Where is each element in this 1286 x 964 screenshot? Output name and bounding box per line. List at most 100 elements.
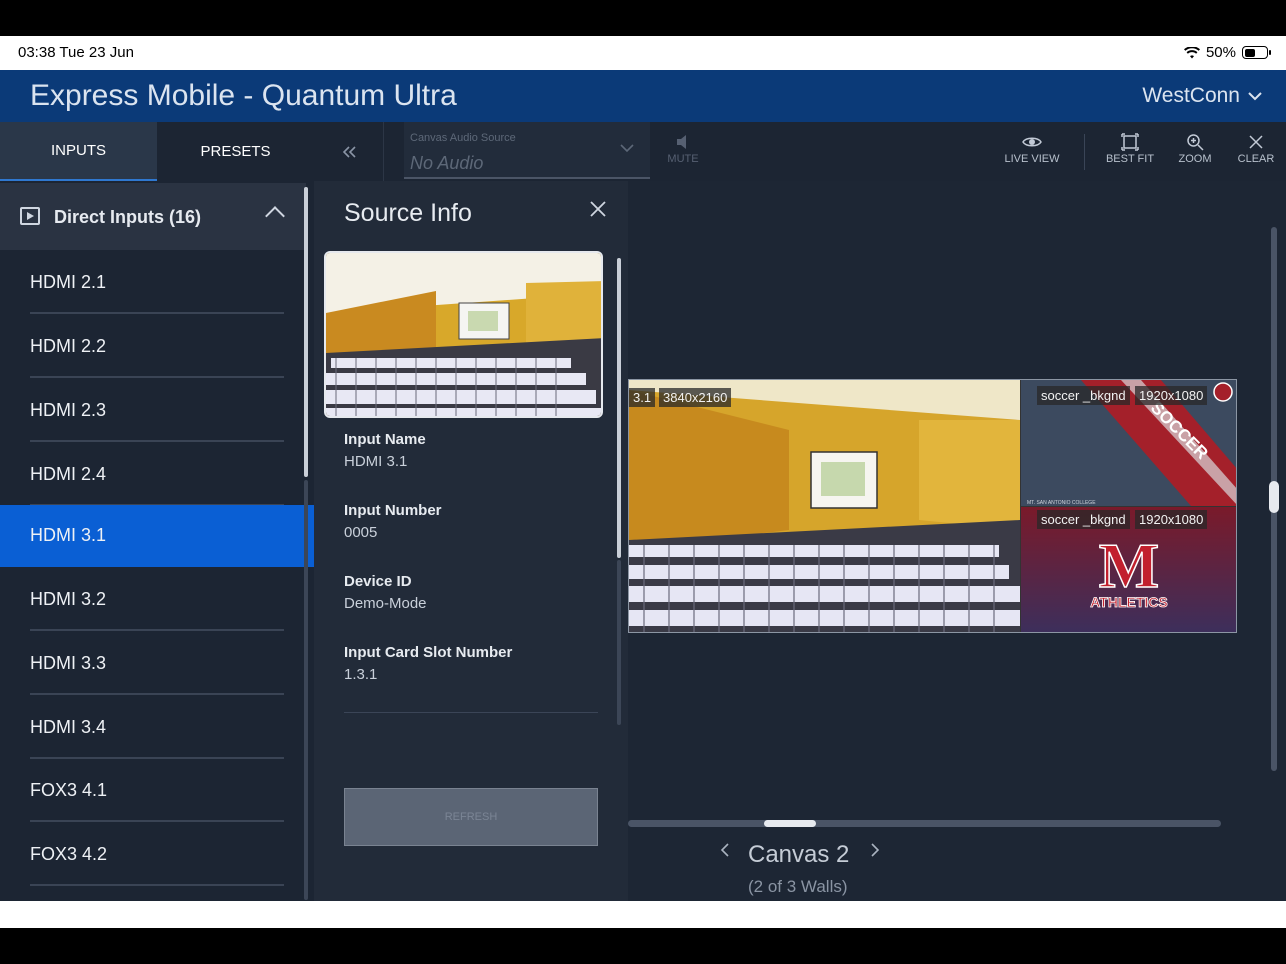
zoom-label: ZOOM: [1178, 153, 1212, 165]
source-info-title: Source Info: [344, 199, 472, 227]
double-chevron-left-icon: [342, 145, 356, 158]
chevron-down-icon: [1248, 91, 1262, 100]
input-item-fox3-4-1[interactable]: FOX3 4.1: [0, 760, 314, 822]
mute-button[interactable]: MUTE: [662, 122, 704, 181]
canvas-horizontal-scrollbar[interactable]: [628, 820, 1221, 827]
chevron-right-icon[interactable]: [870, 843, 880, 857]
field-slot-number: Input Card Slot Number 1.3.1: [344, 644, 512, 683]
fit-frame-icon: [1121, 133, 1139, 151]
speaker-icon: [677, 135, 686, 149]
input-label: HDMI 3.4: [30, 717, 107, 737]
window-name-tag: soccer _bkgnd: [1037, 386, 1130, 405]
close-icon: [1249, 135, 1263, 149]
input-item-hdmi-3-2[interactable]: HDMI 3.2: [0, 569, 314, 631]
field-key: Input Number: [344, 502, 442, 519]
canvas-area: 3.1 3840x2160 SOCCER MT. SAN ANTONIO COL…: [628, 181, 1286, 901]
battery-percent: 50%: [1205, 44, 1236, 61]
toolbar-row: INPUTS PRESETS Canvas Audio Source No Au…: [0, 122, 1286, 181]
live-view-button[interactable]: LIVE VIEW: [1000, 122, 1064, 181]
chevron-down-icon: [620, 144, 634, 153]
scroll-thumb[interactable]: [1269, 481, 1279, 513]
input-item-hdmi-3-1[interactable]: HDMI 3.1: [0, 505, 314, 567]
canvas-window-hdmi-3-1[interactable]: 3.1 3840x2160: [629, 380, 1020, 632]
source-info-scrollbar-thumb[interactable]: [617, 258, 621, 558]
window-name-tag: 3.1: [629, 388, 656, 407]
tab-presets[interactable]: PRESETS: [157, 122, 314, 181]
field-key: Input Name: [344, 431, 426, 448]
canvas-title: Canvas 2: [748, 841, 850, 868]
window-resolution-tag: 3840x2160: [659, 388, 732, 407]
input-item-hdmi-2-4[interactable]: HDMI 2.4: [0, 444, 314, 506]
zoom-button[interactable]: ZOOM: [1172, 122, 1218, 181]
window-name-tag: soccer _bkgnd: [1037, 510, 1130, 529]
video-wall: 3.1 3840x2160 SOCCER MT. SAN ANTONIO COL…: [628, 379, 1237, 633]
canvas-navigator: Canvas 2 (2 of 3 Walls): [628, 841, 1286, 901]
direct-inputs-group-header[interactable]: Direct Inputs (16): [0, 183, 306, 250]
best-fit-button[interactable]: BEST FIT: [1102, 122, 1158, 181]
close-icon[interactable]: [590, 201, 606, 217]
best-fit-label: BEST FIT: [1105, 153, 1155, 165]
battery-icon: [1242, 46, 1271, 59]
input-label: HDMI 2.3: [30, 400, 107, 420]
clear-button[interactable]: CLEAR: [1234, 122, 1278, 181]
zoom-in-icon: [1187, 134, 1204, 151]
canvas-vertical-scrollbar[interactable]: [1269, 227, 1279, 771]
input-label: HDMI 3.1: [30, 525, 107, 545]
inputs-scrollbar-track: [304, 480, 308, 900]
collapse-panel-button[interactable]: [314, 122, 384, 181]
divider: [344, 712, 598, 713]
status-time: 03:38 Tue 23 Jun: [18, 44, 134, 61]
input-item-hdmi-2-3[interactable]: HDMI 2.3: [0, 380, 314, 442]
scroll-thumb[interactable]: [764, 820, 816, 827]
field-value: Demo-Mode: [344, 595, 427, 612]
input-item-hdmi-2-1[interactable]: HDMI 2.1: [0, 252, 314, 314]
input-label: HDMI 2.1: [30, 272, 107, 292]
account-name: WestConn: [1142, 84, 1240, 107]
athletics-overlay-text: ATHLETICS: [1090, 594, 1168, 610]
athletics-logo-letter: M: [1099, 530, 1159, 601]
play-square-icon: [20, 207, 40, 225]
field-key: Input Card Slot Number: [344, 644, 513, 661]
field-value: 0005: [344, 524, 378, 541]
status-bar: 03:38 Tue 23 Jun 50%: [0, 36, 1286, 70]
field-value: 1.3.1: [344, 666, 378, 683]
clear-label: CLEAR: [1237, 153, 1275, 165]
audio-source-label: Canvas Audio Source: [410, 132, 516, 144]
account-dropdown[interactable]: WestConn: [1142, 84, 1262, 108]
mute-label: MUTE: [667, 153, 699, 165]
input-item-fox3-4-2[interactable]: FOX3 4.2: [0, 824, 314, 886]
input-label: FOX3 4.1: [30, 780, 108, 800]
source-info-scrollbar-track: [617, 560, 621, 725]
input-item-hdmi-3-3[interactable]: HDMI 3.3: [0, 633, 314, 695]
canvas-subtitle: (2 of 3 Walls): [748, 877, 848, 896]
input-label: HDMI 2.4: [30, 464, 107, 484]
audio-source-value: No Audio: [410, 153, 484, 173]
canvas-window-soccer-bkgnd-2[interactable]: M ATHLETICS soccer _bkgnd 1920x1080: [1021, 507, 1236, 632]
field-value: HDMI 3.1: [344, 453, 408, 470]
field-device-id: Device ID Demo-Mode: [344, 573, 427, 612]
audio-source-select[interactable]: Canvas Audio Source No Audio: [404, 122, 650, 179]
window-resolution-tag: 1920x1080: [1135, 386, 1208, 405]
refresh-button[interactable]: REFRESH: [344, 788, 598, 846]
live-view-label: LIVE VIEW: [1004, 153, 1060, 165]
lecture-hall-image: [326, 253, 601, 416]
chevron-left-icon[interactable]: [720, 843, 730, 857]
input-label: HDMI 3.2: [30, 589, 107, 609]
app-header: Express Mobile - Quantum Ultra WestConn: [0, 70, 1286, 122]
input-label: FOX3 4.2: [30, 844, 108, 864]
home-indicator-area: [0, 901, 1286, 928]
tab-inputs[interactable]: INPUTS: [0, 122, 157, 181]
field-key: Device ID: [344, 573, 412, 590]
inputs-scrollbar-thumb[interactable]: [304, 187, 308, 477]
chevron-up-icon: [265, 206, 285, 226]
input-label: HDMI 3.3: [30, 653, 107, 673]
inputs-panel: Direct Inputs (16) HDMI 2.1 HDMI 2.2 HDM…: [0, 181, 314, 901]
status-right: 50%: [1183, 44, 1271, 61]
input-item-hdmi-3-4[interactable]: HDMI 3.4: [0, 697, 314, 759]
canvas-window-soccer-bkgnd-1[interactable]: SOCCER MT. SAN ANTONIO COLLEGE soccer _b…: [1021, 380, 1236, 506]
eye-icon: [1022, 137, 1042, 147]
field-input-name: Input Name HDMI 3.1: [344, 431, 426, 470]
window-resolution-tag: 1920x1080: [1135, 510, 1208, 529]
input-item-hdmi-2-2[interactable]: HDMI 2.2: [0, 316, 314, 378]
app-title: Express Mobile - Quantum Ultra: [30, 79, 457, 112]
